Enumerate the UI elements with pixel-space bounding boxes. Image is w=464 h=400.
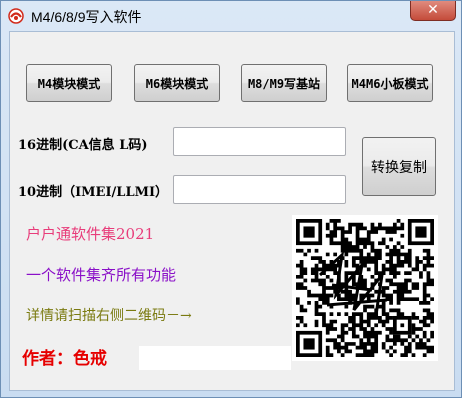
hex-label: 16进制(CA信息 L码) <box>18 138 148 153</box>
m4-mode-button[interactable]: M4模块模式 <box>26 64 112 102</box>
m8m9-base-station-button[interactable]: M8/M9写基站 <box>241 64 327 102</box>
author-label: 作者：色戒 <box>22 349 107 369</box>
promo-scan-hint: 详情请扫描右侧二维码－→ <box>26 308 192 324</box>
app-logo-icon <box>8 8 24 24</box>
qr-finder-pattern <box>296 219 323 246</box>
m6-mode-button[interactable]: M6模块模式 <box>134 64 220 102</box>
convert-copy-button[interactable]: 转换复制 <box>362 137 436 196</box>
promo-subtitle: 一个软件集齐所有功能 <box>26 266 177 284</box>
window-title: M4/6/8/9写入软件 <box>31 9 142 25</box>
promo-title: 户户通软件集2021 <box>26 225 155 243</box>
qr-code-icon <box>292 215 438 361</box>
author-field <box>139 346 291 370</box>
hex-input[interactable] <box>173 127 346 156</box>
close-button[interactable]: ✕ <box>410 1 456 21</box>
qr-finder-pattern <box>392 315 412 335</box>
main-window: M4/6/8/9写入软件 ✕ M4模块模式 M6模块模式 M8/M9写基站 M4… <box>0 0 462 398</box>
dec-input[interactable] <box>173 175 346 204</box>
close-icon: ✕ <box>427 2 439 18</box>
dec-label: 10进制（IMEI/LLMI） <box>18 185 169 200</box>
title-bar[interactable]: M4/6/8/9写入软件 ✕ <box>1 1 463 31</box>
qr-finder-pattern <box>407 219 434 246</box>
client-area: M4模块模式 M6模块模式 M8/M9写基站 M4M6小板模式 16进制(CA信… <box>9 31 455 391</box>
m4m6-small-board-button[interactable]: M4M6小板模式 <box>347 64 433 102</box>
qr-finder-pattern <box>296 330 323 357</box>
